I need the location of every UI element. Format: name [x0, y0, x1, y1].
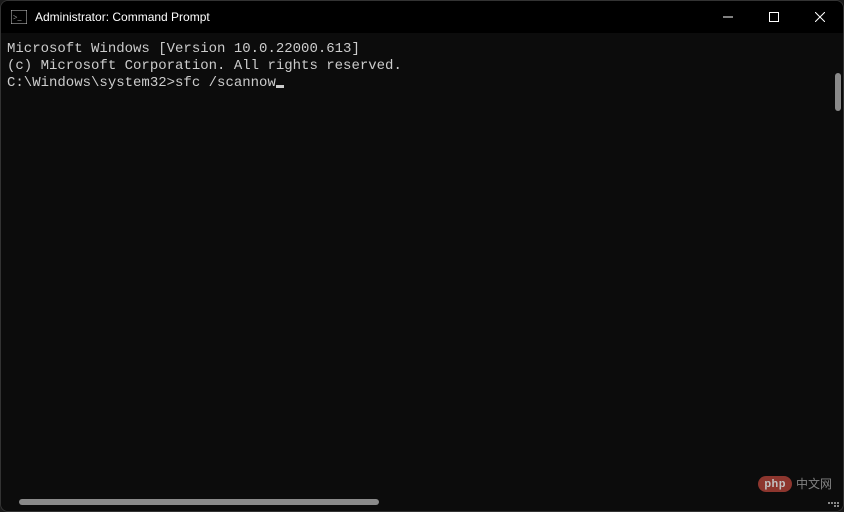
window-title: Administrator: Command Prompt	[35, 10, 210, 24]
prompt-path: C:\Windows\system32>	[7, 75, 175, 92]
resize-grip[interactable]	[827, 495, 839, 507]
output-line-version: Microsoft Windows [Version 10.0.22000.61…	[7, 41, 835, 58]
output-line-copyright: (c) Microsoft Corporation. All rights re…	[7, 58, 835, 75]
titlebar[interactable]: >_ Administrator: Command Prompt	[1, 1, 843, 33]
cmd-icon: >_	[11, 10, 27, 24]
horizontal-scrollbar-thumb[interactable]	[19, 499, 379, 505]
command-input[interactable]: sfc /scannow	[175, 75, 276, 92]
maximize-button[interactable]	[751, 1, 797, 33]
close-button[interactable]	[797, 1, 843, 33]
command-prompt-window: >_ Administrator: Command Prompt	[0, 0, 844, 512]
prompt-line: C:\Windows\system32>sfc /scannow	[7, 75, 835, 92]
window-controls	[705, 1, 843, 33]
minimize-button[interactable]	[705, 1, 751, 33]
titlebar-left: >_ Administrator: Command Prompt	[11, 10, 210, 24]
vertical-scrollbar-thumb[interactable]	[835, 73, 841, 111]
text-cursor	[276, 85, 284, 88]
svg-text:>_: >_	[13, 13, 23, 22]
bottom-bar	[1, 493, 843, 511]
terminal-output[interactable]: Microsoft Windows [Version 10.0.22000.61…	[1, 33, 843, 493]
